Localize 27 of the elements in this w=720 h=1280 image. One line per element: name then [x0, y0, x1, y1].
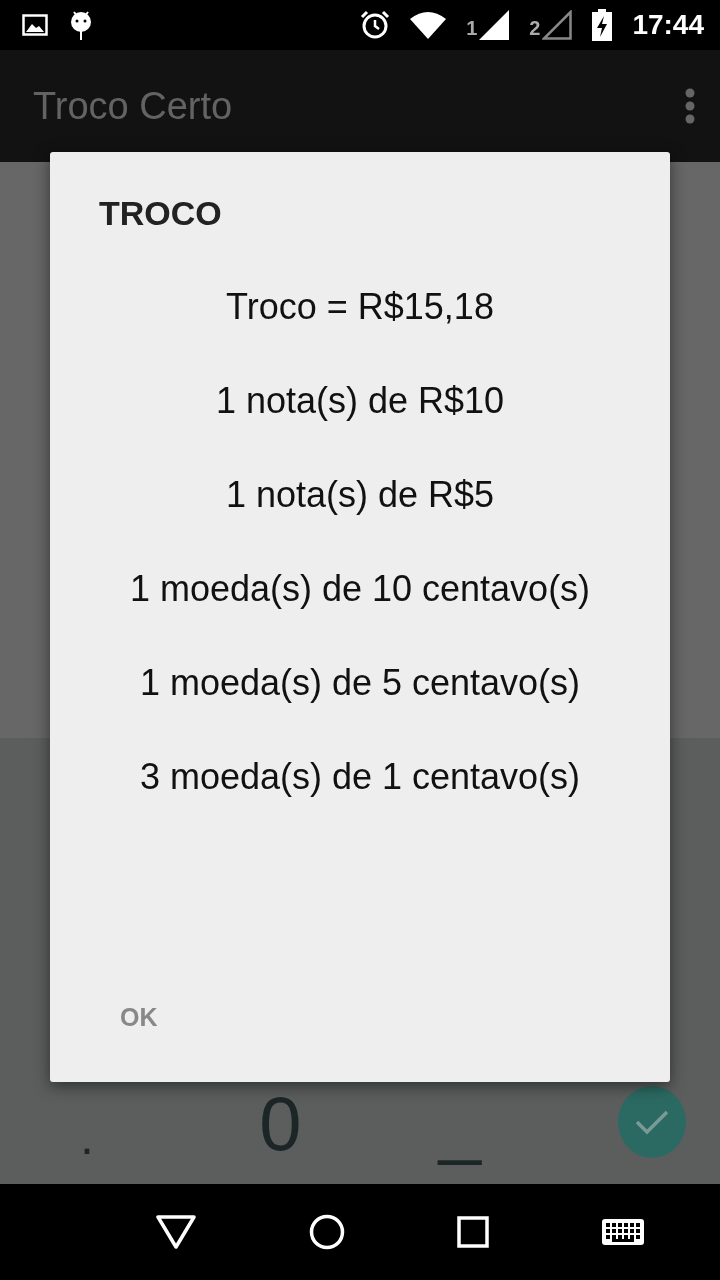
android-icon	[68, 9, 94, 41]
change-line: 1 moeda(s) de 10 centavo(s)	[129, 567, 591, 611]
signal-icon	[542, 10, 573, 40]
check-icon	[635, 1109, 669, 1135]
sim-number: 1	[466, 17, 478, 40]
ok-button[interactable]: OK	[108, 993, 170, 1042]
back-icon[interactable]	[156, 1215, 197, 1249]
sim-number: 2	[529, 17, 541, 40]
image-icon	[22, 14, 48, 36]
change-line: 1 nota(s) de R$10	[215, 379, 505, 423]
change-line: 1 nota(s) de R$5	[225, 473, 495, 517]
app-title: Troco Certo	[33, 84, 234, 128]
home-icon[interactable]	[308, 1214, 345, 1250]
alarm-icon	[360, 10, 391, 40]
signal-icon	[479, 10, 510, 40]
clock-time: 17:44	[632, 9, 704, 41]
change-line: 3 moeda(s) de 1 centavo(s)	[139, 755, 581, 799]
change-line: 1 moeda(s) de 5 centavo(s)	[139, 661, 581, 705]
recents-icon[interactable]	[457, 1216, 490, 1248]
change-line: Troco = R$15,18	[226, 285, 494, 329]
keypad-key[interactable]: 0	[259, 1086, 439, 1162]
dialog-title: TROCO	[99, 194, 223, 233]
keypad-key[interactable]: .	[80, 1112, 260, 1162]
battery-charging-icon	[592, 9, 613, 41]
wifi-icon	[410, 11, 447, 39]
overflow-menu-icon[interactable]	[684, 88, 696, 124]
keyboard-icon[interactable]	[601, 1219, 644, 1245]
